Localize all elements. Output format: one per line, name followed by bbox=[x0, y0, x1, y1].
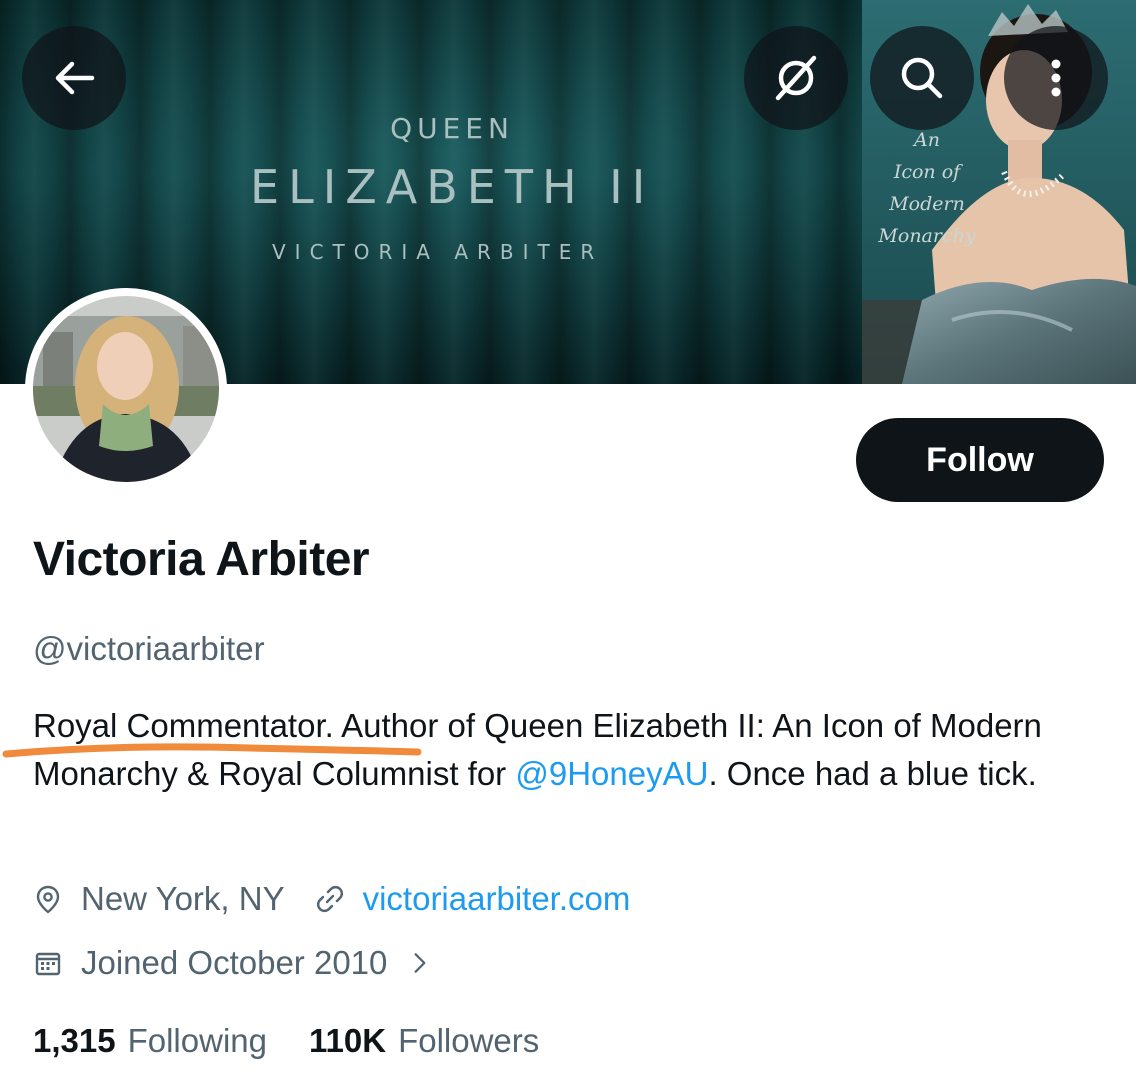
avatar-image bbox=[33, 296, 219, 482]
profile-stats: 1,315 Following 110K Followers bbox=[33, 1022, 581, 1060]
more-vertical-icon bbox=[1051, 59, 1061, 97]
profile-meta-location-website: New York, NY victoriaarbiter.com bbox=[33, 880, 630, 918]
profile-location: New York, NY bbox=[81, 880, 285, 917]
followers-stat[interactable]: 110K Followers bbox=[309, 1022, 539, 1060]
more-options-button[interactable] bbox=[1004, 26, 1108, 130]
follow-button[interactable]: Follow bbox=[856, 418, 1104, 502]
profile-meta-joined[interactable]: Joined October 2010 bbox=[33, 944, 433, 982]
profile-joined-date: Joined October 2010 bbox=[81, 944, 388, 981]
link-icon bbox=[316, 886, 343, 912]
banner-subtitle-line: Modern bbox=[889, 193, 965, 215]
search-icon bbox=[901, 57, 943, 99]
banner-cover-subtitle: An Icon of Modern Monarchy bbox=[872, 124, 982, 252]
grok-icon bbox=[775, 55, 817, 101]
banner-subtitle-line: Monarchy bbox=[878, 225, 976, 247]
banner-cover-title: ELIZABETH II bbox=[250, 160, 655, 214]
chevron-right-icon bbox=[407, 950, 433, 976]
search-button[interactable] bbox=[870, 26, 974, 130]
banner-cover-title-small: QUEEN bbox=[390, 112, 514, 145]
annotation-underline bbox=[2, 743, 422, 758]
following-count: 1,315 bbox=[33, 1022, 116, 1059]
back-arrow-icon bbox=[55, 61, 95, 95]
profile-handle: @victoriaarbiter bbox=[33, 630, 265, 667]
bio-text: . Once had a blue tick. bbox=[708, 755, 1037, 792]
following-label: Following bbox=[127, 1022, 267, 1059]
banner-subtitle-line: Icon of bbox=[893, 161, 961, 183]
back-button[interactable] bbox=[22, 26, 126, 130]
calendar-icon bbox=[35, 952, 61, 976]
avatar[interactable] bbox=[25, 288, 227, 490]
followers-count: 110K bbox=[309, 1022, 387, 1059]
grok-button[interactable] bbox=[744, 26, 848, 130]
banner-cover-author: VICTORIA ARBITER bbox=[272, 240, 604, 264]
following-stat[interactable]: 1,315 Following bbox=[33, 1022, 267, 1060]
location-pin-icon bbox=[36, 885, 60, 914]
profile-website-link[interactable]: victoriaarbiter.com bbox=[363, 880, 631, 918]
followers-label: Followers bbox=[398, 1022, 540, 1059]
bio-mention-link[interactable]: @9HoneyAU bbox=[515, 755, 708, 792]
profile-name: Victoria Arbiter bbox=[33, 533, 370, 586]
